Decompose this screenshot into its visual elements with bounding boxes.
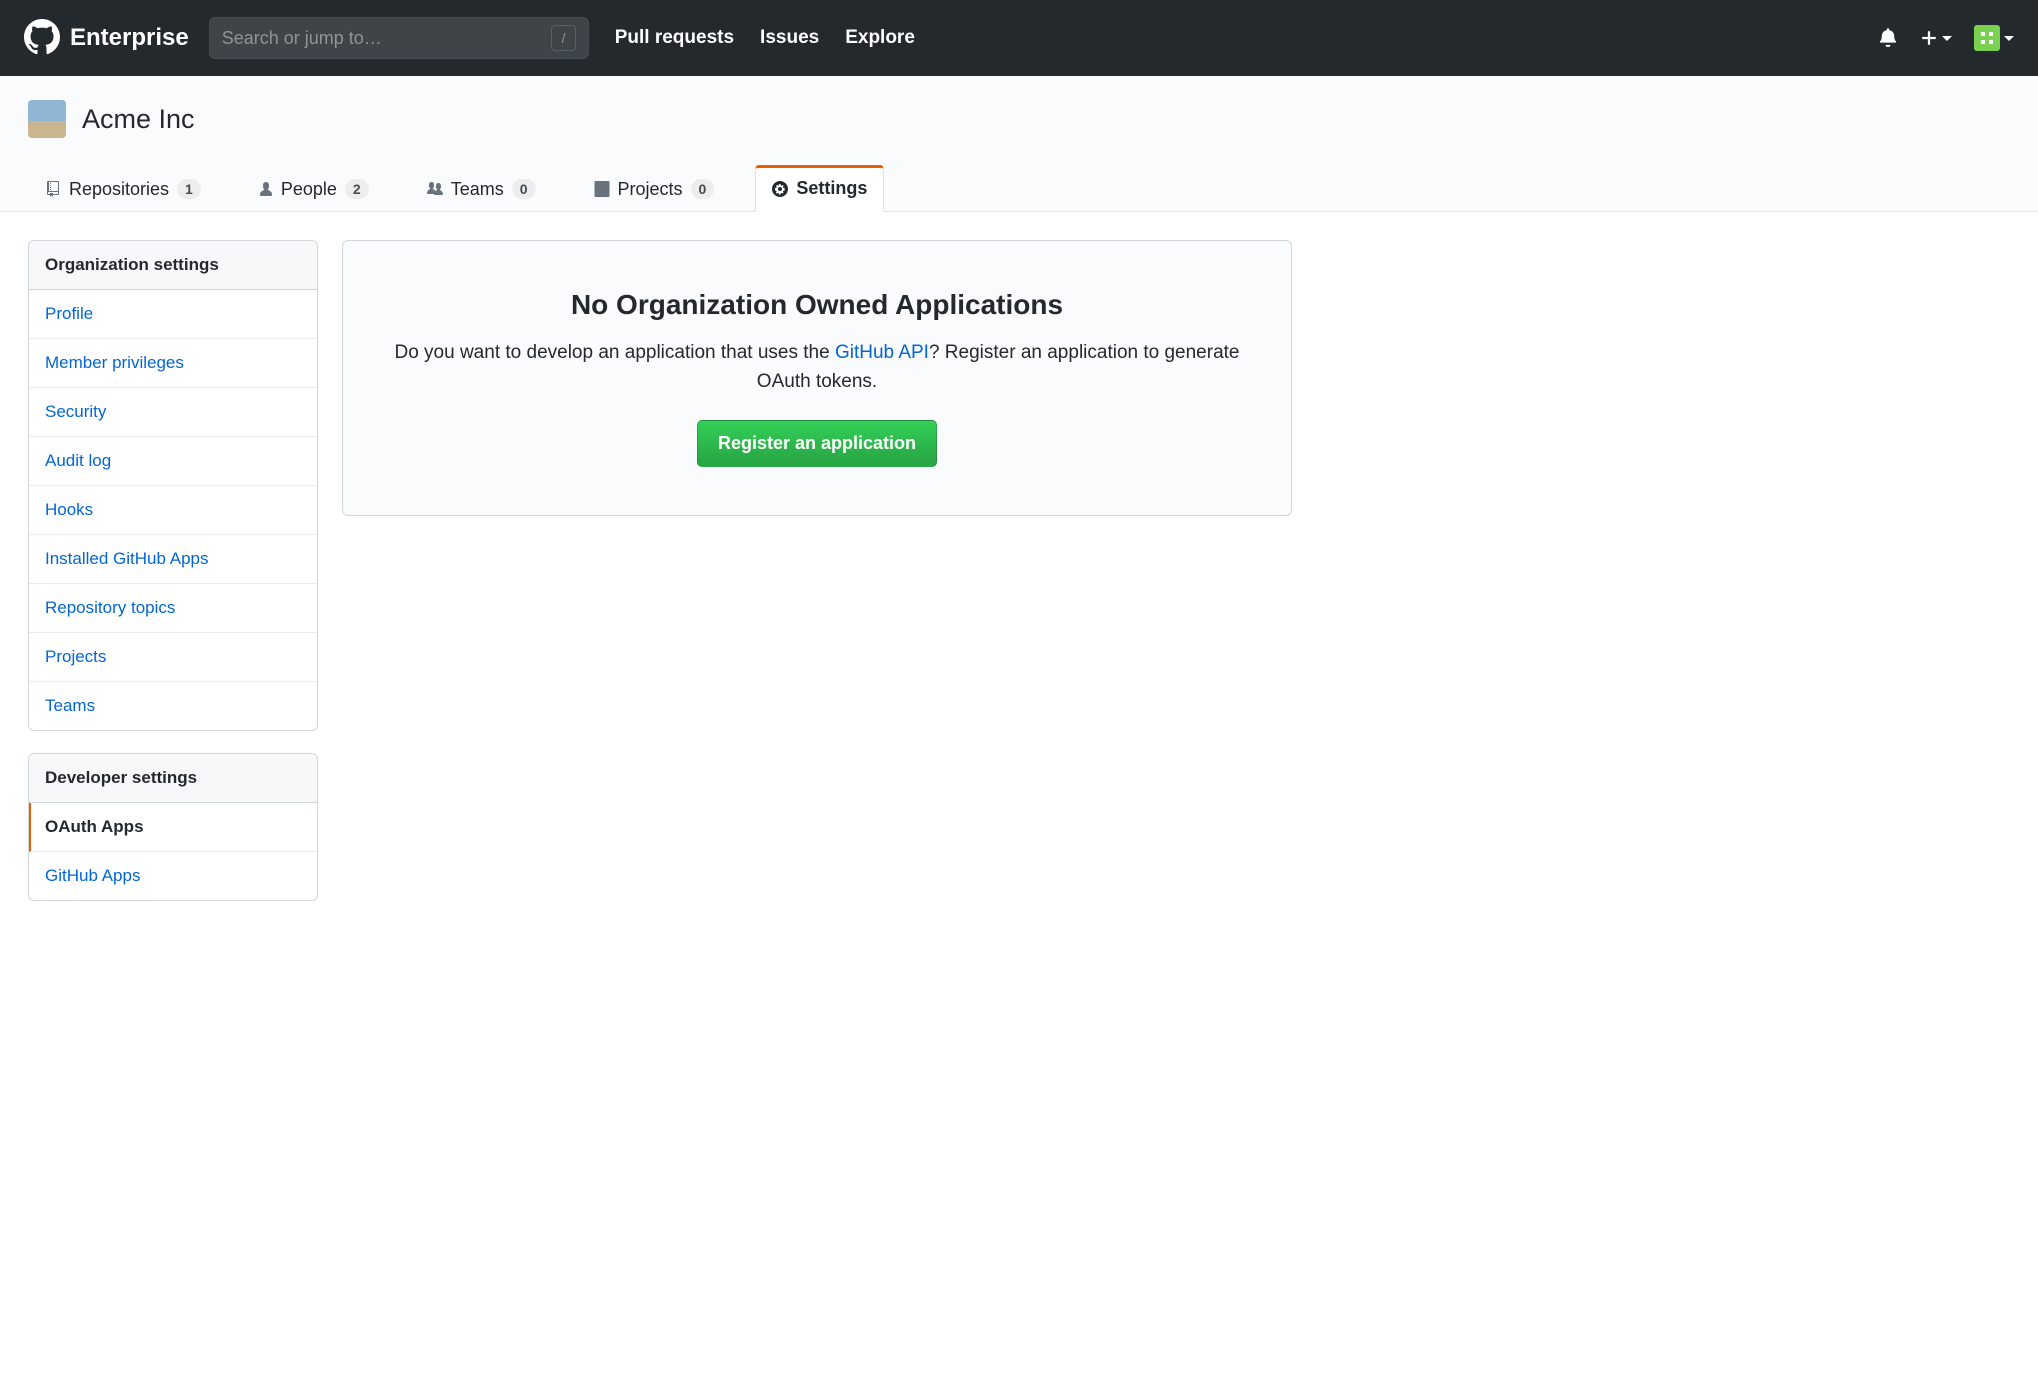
gear-icon	[772, 181, 788, 197]
register-application-button[interactable]: Register an application	[697, 420, 937, 467]
menu-item-profile[interactable]: Profile	[29, 290, 317, 339]
menu-dev-settings: Developer settings OAuth Apps GitHub App…	[28, 753, 318, 901]
create-new-dropdown[interactable]	[1920, 29, 1952, 47]
menu-item-repository-topics[interactable]: Repository topics	[29, 584, 317, 633]
user-avatar-icon	[1974, 25, 2000, 51]
caret-down-icon	[1942, 36, 1952, 41]
tab-people[interactable]: People 2	[242, 165, 386, 212]
menu-item-github-apps[interactable]: GitHub Apps	[29, 852, 317, 900]
org-header: Acme Inc Repositories 1 People 2 Teams 0…	[0, 76, 2038, 212]
menu-item-installed-github-apps[interactable]: Installed GitHub Apps	[29, 535, 317, 584]
notifications-icon[interactable]	[1878, 27, 1898, 50]
top-nav: Pull requests Issues Explore	[615, 27, 915, 49]
topbar-right	[1878, 25, 2014, 51]
body-pre: Do you want to develop an application th…	[394, 342, 834, 363]
brand-text: Enterprise	[70, 24, 189, 52]
search-input[interactable]	[222, 28, 552, 49]
menu-item-teams[interactable]: Teams	[29, 682, 317, 730]
menu-header: Developer settings	[29, 754, 317, 803]
menu-header: Organization settings	[29, 241, 317, 290]
nav-explore[interactable]: Explore	[845, 27, 915, 49]
tab-label: Repositories	[69, 179, 169, 200]
github-api-link[interactable]: GitHub API	[835, 342, 929, 363]
menu-item-oauth-apps[interactable]: OAuth Apps	[29, 803, 317, 852]
tab-label: People	[281, 179, 337, 200]
menu-item-member-privileges[interactable]: Member privileges	[29, 339, 317, 388]
menu-item-audit-log[interactable]: Audit log	[29, 437, 317, 486]
menu-org-settings: Organization settings Profile Member pri…	[28, 240, 318, 731]
brand-block[interactable]: Enterprise	[24, 19, 189, 58]
panel-heading: No Organization Owned Applications	[383, 289, 1251, 321]
tab-repositories[interactable]: Repositories 1	[28, 165, 218, 212]
tab-count: 0	[512, 179, 536, 199]
main-panel: No Organization Owned Applications Do yo…	[342, 240, 1292, 923]
repo-icon	[45, 181, 61, 197]
panel-body: Do you want to develop an application th…	[383, 339, 1251, 396]
teams-icon	[427, 181, 443, 197]
tab-label: Teams	[451, 179, 504, 200]
search-box[interactable]: /	[209, 17, 589, 59]
nav-pull-requests[interactable]: Pull requests	[615, 27, 734, 49]
slash-key-icon: /	[551, 25, 575, 51]
sidebar: Organization settings Profile Member pri…	[28, 240, 318, 923]
project-icon	[594, 181, 610, 197]
org-avatar[interactable]	[28, 100, 66, 138]
tab-projects[interactable]: Projects 0	[577, 165, 732, 212]
tab-label: Projects	[618, 179, 683, 200]
menu-item-security[interactable]: Security	[29, 388, 317, 437]
content-container: Organization settings Profile Member pri…	[0, 212, 1320, 951]
tab-count: 2	[345, 179, 369, 199]
empty-state-panel: No Organization Owned Applications Do yo…	[342, 240, 1292, 516]
person-icon	[259, 181, 273, 197]
org-name[interactable]: Acme Inc	[82, 104, 195, 135]
user-menu[interactable]	[1974, 25, 2014, 51]
org-tabs: Repositories 1 People 2 Teams 0 Projects…	[0, 146, 2038, 211]
nav-issues[interactable]: Issues	[760, 27, 819, 49]
github-logo-icon	[24, 19, 60, 58]
caret-down-icon	[2004, 36, 2014, 41]
menu-item-hooks[interactable]: Hooks	[29, 486, 317, 535]
tab-label: Settings	[796, 178, 867, 199]
tab-count: 0	[691, 179, 715, 199]
plus-icon	[1920, 29, 1938, 47]
tab-count: 1	[177, 179, 201, 199]
tab-teams[interactable]: Teams 0	[410, 165, 553, 212]
topbar: Enterprise / Pull requests Issues Explor…	[0, 0, 2038, 76]
menu-item-projects[interactable]: Projects	[29, 633, 317, 682]
tab-settings[interactable]: Settings	[755, 165, 884, 212]
